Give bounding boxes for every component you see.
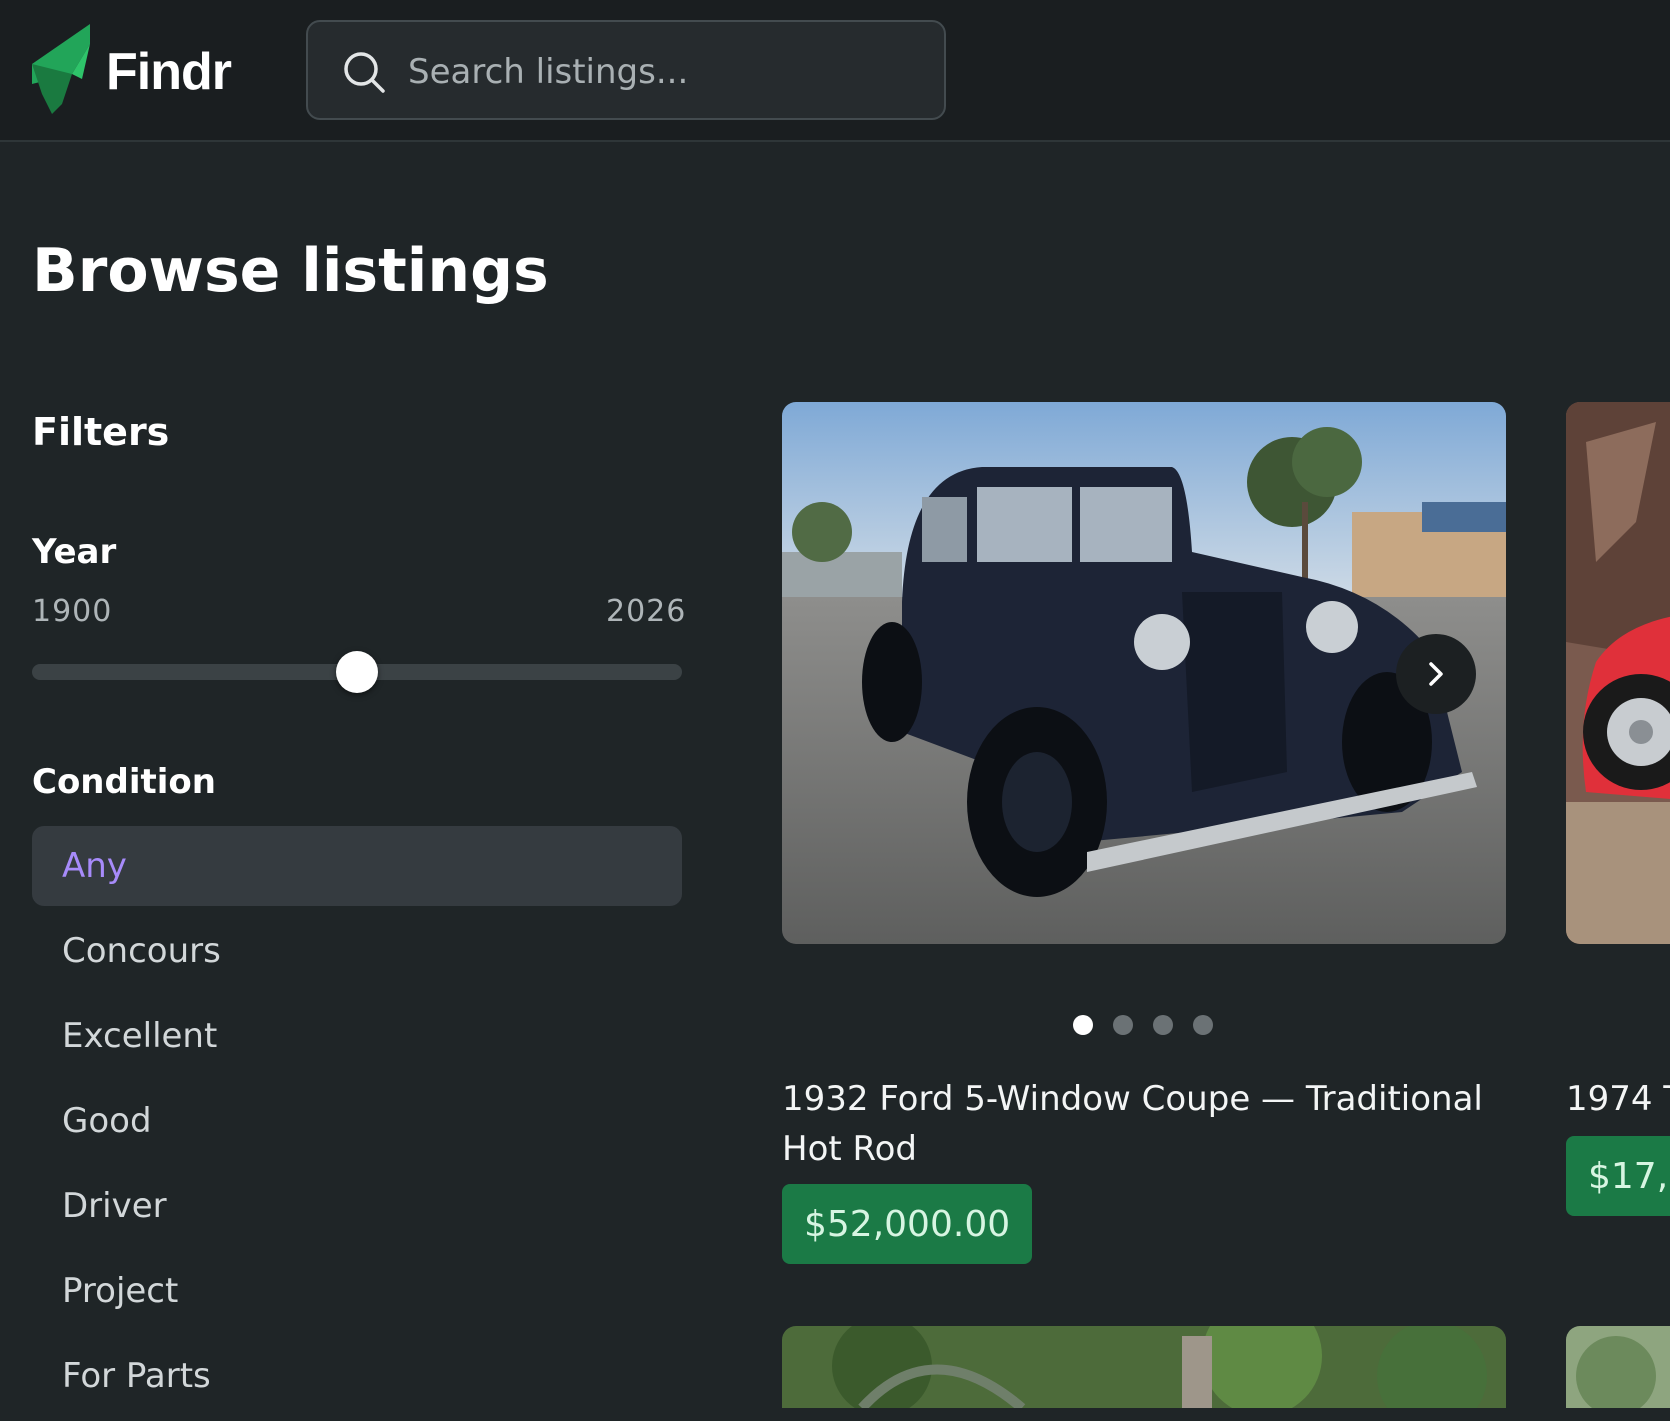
listing-title[interactable]: 1932 Ford 5-Window Coupe — Traditional H…: [782, 1074, 1502, 1174]
page-title: Browse listings: [32, 236, 549, 306]
findr-logo-icon[interactable]: [32, 24, 94, 114]
condition-option-good[interactable]: Good: [32, 1081, 682, 1161]
condition-option-excellent[interactable]: Excellent: [32, 996, 682, 1076]
carousel-dot[interactable]: [1193, 1015, 1213, 1035]
chevron-right-icon: [1429, 662, 1443, 686]
listing-image[interactable]: [782, 1326, 1506, 1408]
top-bar: Findr: [0, 0, 1670, 142]
condition-options: Any Concours Excellent Good Driver Proje…: [32, 826, 682, 1421]
condition-filter-label: Condition: [32, 762, 216, 802]
carousel-dot[interactable]: [1153, 1015, 1173, 1035]
year-slider-thumb[interactable]: [336, 651, 378, 693]
search-box[interactable]: [306, 20, 946, 120]
carousel-dot[interactable]: [1113, 1015, 1133, 1035]
year-max-value: 2026: [606, 594, 687, 629]
condition-option-driver[interactable]: Driver: [32, 1166, 682, 1246]
listing-photo: [1566, 1326, 1670, 1408]
next-image-button[interactable]: [1396, 634, 1476, 714]
listing-photo: [782, 1326, 1506, 1408]
carousel-dot[interactable]: [1073, 1015, 1093, 1035]
search-icon: [344, 52, 385, 93]
listing-image[interactable]: [1566, 402, 1670, 944]
car-photo: [1566, 402, 1670, 944]
filters-heading: Filters: [32, 410, 170, 454]
condition-option-for-parts[interactable]: For Parts: [32, 1336, 682, 1416]
condition-option-project[interactable]: Project: [32, 1251, 682, 1331]
search-input[interactable]: [408, 42, 928, 102]
year-filter-label: Year: [32, 532, 117, 572]
year-min-value: 1900: [32, 594, 113, 629]
listing-image[interactable]: [1566, 1326, 1670, 1408]
condition-option-any[interactable]: Any: [32, 826, 682, 906]
image-carousel-dots: [1073, 1015, 1213, 1037]
listing-title[interactable]: 1974 T: [1566, 1074, 1670, 1124]
condition-option-concours[interactable]: Concours: [32, 911, 682, 991]
listing-price: $52,000.00: [782, 1184, 1033, 1264]
brand-name[interactable]: Findr: [106, 42, 232, 102]
listing-price: $17,5: [1566, 1136, 1670, 1216]
